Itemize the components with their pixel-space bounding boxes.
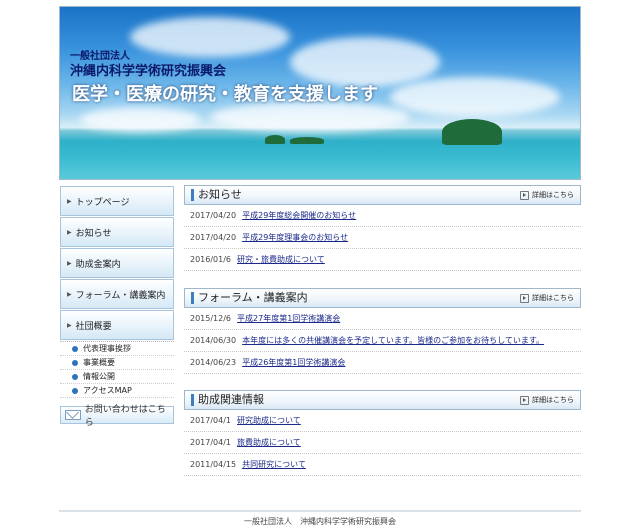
list-item: 2015/12/6 平成27年度第1回学術講演会: [184, 308, 581, 330]
item-date: 2014/06/23: [190, 358, 237, 367]
section-title: フォーラム・講義案内: [191, 292, 308, 304]
sidebar-item-grants[interactable]: ▶ 助成金案内: [60, 248, 174, 278]
section-header: お知らせ 詳細はこちら: [184, 185, 581, 205]
tagline: 医学・医療の研究・教育を支援します: [72, 84, 378, 105]
item-date: 2017/04/1: [190, 416, 232, 425]
arrow-right-icon: ▶: [67, 259, 72, 267]
bullet-icon: [72, 345, 78, 352]
list-item: 2017/04/20 平成29年度総会開催のお知らせ: [184, 205, 581, 227]
list-item: 2014/06/23 平成26年度第1回学術講演会: [184, 352, 581, 374]
item-date: 2016/01/6: [190, 255, 232, 264]
arrow-right-icon: ▶: [67, 228, 72, 236]
list-item: 2016/01/6 研究・旅費助成について: [184, 249, 581, 271]
more-link[interactable]: 詳細はこちら: [520, 293, 574, 303]
arrow-right-icon: [520, 395, 529, 405]
sidebar-nav: ▶ トップページ ▶ お知らせ ▶ 助成金案内 ▶ フォーラム・講義案内 ▶ 社…: [60, 186, 174, 428]
submenu-item-disclosure[interactable]: 情報公開: [60, 370, 174, 384]
arrow-right-icon: ▶: [67, 321, 72, 329]
submenu-item-label: 情報公開: [83, 372, 115, 381]
sidebar-item-label: フォーラム・講義案内: [75, 290, 166, 301]
more-link[interactable]: 詳細はこちら: [520, 190, 574, 200]
footer: 一般社団法人 沖縄内科学学術研究振興会: [59, 510, 581, 527]
island-large: [442, 119, 502, 145]
arrow-right-icon: ▶: [67, 197, 72, 205]
more-label: 詳細はこちら: [532, 396, 574, 404]
bullet-icon: [72, 373, 78, 380]
list-item: 2017/04/20 平成29年度理事会のお知らせ: [184, 227, 581, 249]
sidebar-item-label: トップページ: [75, 197, 130, 208]
header-banner: 一般社団法人 沖縄内科学学術研究振興会 医学・医療の研究・教育を支援します: [59, 6, 581, 180]
more-label: 詳細はこちら: [532, 191, 574, 199]
item-date: 2011/04/15: [190, 460, 237, 469]
item-date: 2015/12/6: [190, 314, 232, 323]
contact-label: お問い合わせはこちら: [84, 405, 166, 428]
item-link[interactable]: 平成27年度第1回学術講演会: [237, 313, 340, 324]
arrow-right-icon: [520, 190, 529, 200]
contact-button[interactable]: お問い合わせはこちら: [60, 405, 174, 428]
submenu-item-label: アクセスMAP: [83, 386, 132, 395]
submenu-item-business[interactable]: 事業概要: [60, 356, 174, 370]
more-link[interactable]: 詳細はこちら: [520, 395, 574, 405]
list-item: 2011/04/15 共同研究について: [184, 454, 581, 476]
submenu-item-access[interactable]: アクセスMAP: [60, 384, 174, 398]
sidebar-item-about[interactable]: ▶ 社団概要: [60, 310, 174, 340]
sidebar-item-label: お知らせ: [75, 228, 112, 239]
news-section: お知らせ 詳細はこちら 2017/04/20 平成29年度総会開催のお知らせ 2…: [184, 185, 581, 271]
section-title: 助成関連情報: [191, 394, 264, 406]
arrow-right-icon: [520, 293, 529, 303]
sidebar-item-top[interactable]: ▶ トップページ: [60, 186, 174, 216]
sidebar-item-forum[interactable]: ▶ フォーラム・講義案内: [60, 279, 174, 309]
item-date: 2017/04/1: [190, 438, 232, 447]
list-item: 2017/04/1 旅費助成について: [184, 432, 581, 454]
section-header: フォーラム・講義案内 詳細はこちら: [184, 288, 581, 308]
org-name: 沖縄内科学学術研究振興会: [70, 64, 227, 79]
item-date: 2014/06/30: [190, 336, 237, 345]
item-link[interactable]: 旅費助成について: [237, 437, 301, 448]
about-submenu: 代表理事挨拶 事業概要 情報公開 アクセスMAP: [60, 341, 174, 398]
sidebar-item-news[interactable]: ▶ お知らせ: [60, 217, 174, 247]
submenu-item-greeting[interactable]: 代表理事挨拶: [60, 342, 174, 356]
cloud-decoration: [210, 102, 410, 132]
bullet-icon: [72, 387, 78, 394]
mail-icon: [65, 410, 81, 420]
item-link[interactable]: 平成29年度理事会のお知らせ: [242, 232, 348, 243]
item-link[interactable]: 共同研究について: [242, 459, 306, 470]
item-link[interactable]: 平成26年度第1回学術講演会: [242, 357, 345, 368]
island-small: [265, 135, 285, 144]
submenu-item-label: 代表理事挨拶: [83, 344, 131, 353]
item-date: 2017/04/20: [190, 233, 237, 242]
item-link[interactable]: 平成29年度総会開催のお知らせ: [242, 210, 356, 221]
cloud-decoration: [390, 77, 560, 117]
list-item: 2017/04/1 研究助成について: [184, 410, 581, 432]
bullet-icon: [72, 359, 78, 366]
item-link[interactable]: 本年度には多くの共催講演会を予定しています。皆様のご参加をお待ちしています。: [242, 335, 544, 346]
forum-section: フォーラム・講義案内 詳細はこちら 2015/12/6 平成27年度第1回学術講…: [184, 288, 581, 374]
more-label: 詳細はこちら: [532, 294, 574, 302]
submenu-item-label: 事業概要: [83, 358, 115, 367]
item-date: 2017/04/20: [190, 211, 237, 220]
sidebar-item-label: 助成金案内: [75, 259, 121, 270]
arrow-right-icon: ▶: [67, 290, 72, 298]
grants-section: 助成関連情報 詳細はこちら 2017/04/1 研究助成について 2017/04…: [184, 390, 581, 476]
sidebar-item-label: 社団概要: [75, 321, 112, 332]
cloud-decoration: [130, 17, 290, 57]
section-header: 助成関連情報 詳細はこちら: [184, 390, 581, 410]
footer-text: 一般社団法人 沖縄内科学学術研究振興会: [244, 517, 396, 526]
island-small: [290, 137, 324, 144]
cloud-decoration: [80, 107, 200, 132]
item-link[interactable]: 研究助成について: [237, 415, 301, 426]
item-link[interactable]: 研究・旅費助成について: [237, 254, 325, 265]
section-title: お知らせ: [191, 189, 242, 201]
list-item: 2014/06/30 本年度には多くの共催講演会を予定しています。皆様のご参加を…: [184, 330, 581, 352]
